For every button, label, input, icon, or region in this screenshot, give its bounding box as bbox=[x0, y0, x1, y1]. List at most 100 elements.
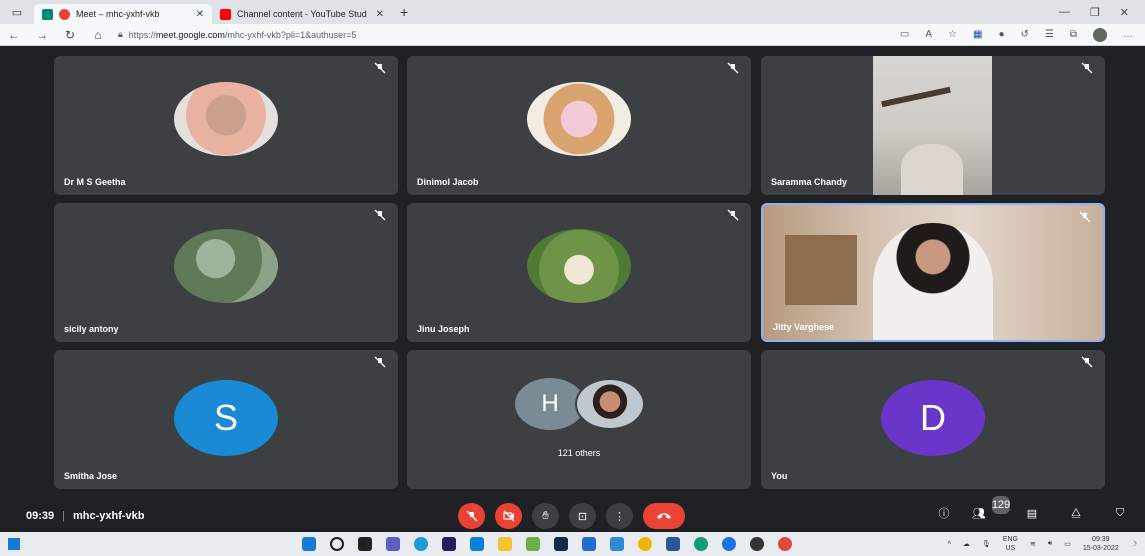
word-icon[interactable] bbox=[666, 537, 680, 551]
people-icon[interactable]: 👥︎ 129 bbox=[972, 496, 1010, 522]
meeting-details: 09:39 | mhc-yxhf-vkb bbox=[26, 510, 145, 522]
participant-tile[interactable]: sicily antony bbox=[54, 203, 398, 342]
present-screen-button[interactable]: ⊡ bbox=[569, 503, 596, 529]
minimize-icon[interactable]: — bbox=[1059, 6, 1070, 19]
others-photo-avatar bbox=[575, 378, 645, 430]
language-indicator[interactable]: ENG US bbox=[1003, 535, 1018, 553]
dark-app-icon[interactable] bbox=[750, 537, 764, 551]
chrome-icon[interactable] bbox=[638, 537, 652, 551]
notifications-icon[interactable]: ☽ bbox=[1131, 540, 1137, 548]
read-aloud-icon[interactable]: A bbox=[925, 29, 932, 40]
participant-tile-active-speaker[interactable]: Jitty Varghese bbox=[761, 203, 1105, 342]
close-window-icon[interactable]: ✕ bbox=[1120, 6, 1129, 19]
more-menu-icon[interactable]: … bbox=[1123, 29, 1133, 40]
browser-tab-bar: ▭ Meet – mhc-yxhf-vkb ✕ Channel content … bbox=[0, 0, 1145, 24]
back-icon[interactable]: ← bbox=[0, 28, 28, 42]
participant-tile[interactable]: Dinimol Jacob bbox=[407, 56, 751, 195]
mail-icon[interactable] bbox=[582, 537, 596, 551]
system-clock[interactable]: 09:39 15-03-2022 bbox=[1083, 535, 1119, 553]
url-path: /mhc-yxhf-vkb?pli=1&authuser=5 bbox=[224, 29, 357, 40]
muted-mic-icon bbox=[374, 62, 386, 74]
close-tab-icon[interactable]: ✕ bbox=[376, 9, 384, 20]
present-icon: ⊡ bbox=[577, 510, 588, 523]
self-initial-avatar: D bbox=[881, 379, 985, 456]
window-controls: — ❐ ✕ bbox=[1059, 6, 1145, 19]
cloud-icon[interactable]: ☁︎ bbox=[963, 540, 970, 548]
language-region: US bbox=[1005, 545, 1016, 552]
extension-dot-icon[interactable]: ● bbox=[998, 29, 1004, 40]
raise-hand-button[interactable]: ✋︎ bbox=[532, 503, 559, 529]
profile-avatar-icon[interactable] bbox=[1093, 27, 1107, 42]
more-options-button[interactable]: ⋮ bbox=[606, 503, 633, 529]
lock-icon: 🔒︎ bbox=[118, 29, 123, 39]
favorite-icon[interactable]: ☆ bbox=[948, 29, 957, 40]
new-tab-icon[interactable]: + bbox=[392, 4, 416, 20]
url-prefix: https:// bbox=[128, 29, 156, 40]
participant-photo bbox=[174, 81, 278, 156]
task-view-icon[interactable] bbox=[8, 538, 20, 550]
camera-off-icon bbox=[502, 510, 514, 522]
tray-overflow-icon[interactable]: ^ bbox=[948, 541, 951, 548]
teal-app-icon[interactable] bbox=[694, 537, 708, 551]
photoshop-icon[interactable] bbox=[554, 537, 568, 551]
call-controls: ✋︎ ⊡ ⋮ bbox=[458, 503, 685, 529]
chat-icon[interactable]: ▤ bbox=[1023, 504, 1041, 522]
edge-browser-icon[interactable] bbox=[414, 537, 428, 551]
extension-icon[interactable]: ▦ bbox=[973, 29, 982, 40]
mic-off-icon bbox=[466, 510, 477, 522]
muted-mic-icon bbox=[727, 62, 739, 74]
task-manager-icon[interactable] bbox=[358, 537, 372, 551]
url-field[interactable]: 🔒︎ https://meet.google.com/mhc-yxhf-vkb?… bbox=[118, 26, 758, 44]
self-tile[interactable]: D You bbox=[761, 350, 1105, 489]
search-icon[interactable] bbox=[330, 537, 344, 551]
store-icon[interactable] bbox=[470, 537, 484, 551]
participant-tile[interactable]: S Smitha Jose bbox=[54, 350, 398, 489]
restore-icon[interactable]: ❐ bbox=[1090, 6, 1100, 19]
close-tab-icon[interactable]: ✕ bbox=[196, 9, 204, 20]
windows-start-icon[interactable] bbox=[302, 537, 316, 551]
favorites-list-icon[interactable]: ☰ bbox=[1045, 29, 1054, 40]
forward-icon[interactable]: → bbox=[28, 28, 56, 42]
activities-icon[interactable]: ⧋ bbox=[1067, 504, 1085, 522]
camera-off-button[interactable] bbox=[495, 503, 522, 529]
tab-youtube-studio[interactable]: Channel content - YouTube Stud ✕ bbox=[212, 4, 392, 24]
participant-tile[interactable]: Saramma Chandy bbox=[761, 56, 1105, 195]
recording-icon bbox=[59, 8, 70, 20]
volume-icon[interactable]: 🔊︎ bbox=[1048, 540, 1052, 548]
muted-mic-icon bbox=[727, 209, 739, 221]
clock-time: 09:39 bbox=[1092, 536, 1110, 543]
mic-off-button[interactable] bbox=[458, 503, 485, 529]
leave-call-button[interactable] bbox=[643, 503, 685, 529]
red-app-icon[interactable] bbox=[778, 537, 792, 551]
meeting-info-icon[interactable]: ⓘ bbox=[935, 504, 953, 522]
participant-photo bbox=[527, 228, 631, 303]
home-icon[interactable]: ⌂ bbox=[84, 28, 112, 42]
meeting-stage: Dr M S Geetha Dinimol Jacob Saramma Chan… bbox=[0, 46, 1145, 500]
participant-name: Saramma Chandy bbox=[771, 177, 848, 187]
collections-icon[interactable]: ⧉ bbox=[1070, 29, 1077, 40]
participant-name: Dinimol Jacob bbox=[417, 177, 479, 187]
meet-control-bar: 09:39 | mhc-yxhf-vkb ✋︎ ⊡ ⋮ ⓘ 👥︎ 129 ▤ ⧋ … bbox=[0, 496, 1145, 532]
hang-up-icon bbox=[657, 513, 671, 519]
reload-icon[interactable]: ↻ bbox=[56, 28, 84, 42]
app-icon[interactable] bbox=[610, 537, 624, 551]
url-text: https://meet.google.com/mhc-yxhf-vkb?pli… bbox=[129, 30, 357, 40]
mic-tray-icon[interactable]: 🎙︎ bbox=[982, 540, 991, 548]
photos-icon[interactable] bbox=[526, 537, 540, 551]
url-host: meet.google.com bbox=[155, 29, 225, 40]
premiere-icon[interactable] bbox=[442, 537, 456, 551]
chat-app-icon[interactable] bbox=[386, 537, 400, 551]
participant-tile[interactable]: Jinu Joseph bbox=[407, 203, 751, 342]
blue-app-icon[interactable] bbox=[722, 537, 736, 551]
host-controls-icon[interactable]: ⛉ bbox=[1111, 504, 1129, 522]
refresh-extension-icon[interactable]: ↺ bbox=[1021, 29, 1029, 40]
clock-date: 15-03-2022 bbox=[1082, 545, 1119, 552]
camera-icon[interactable]: ▭ bbox=[900, 29, 909, 40]
participant-tile[interactable]: Dr M S Geetha bbox=[54, 56, 398, 195]
tab-meet[interactable]: Meet – mhc-yxhf-vkb ✕ bbox=[34, 4, 212, 24]
file-explorer-icon[interactable] bbox=[498, 537, 512, 551]
others-tile[interactable]: H 121 others bbox=[407, 350, 751, 489]
wifi-icon[interactable]: ≋ bbox=[1030, 540, 1036, 548]
window-menu-icon[interactable]: ▭ bbox=[0, 0, 34, 24]
battery-icon[interactable]: ▭ bbox=[1064, 540, 1071, 548]
